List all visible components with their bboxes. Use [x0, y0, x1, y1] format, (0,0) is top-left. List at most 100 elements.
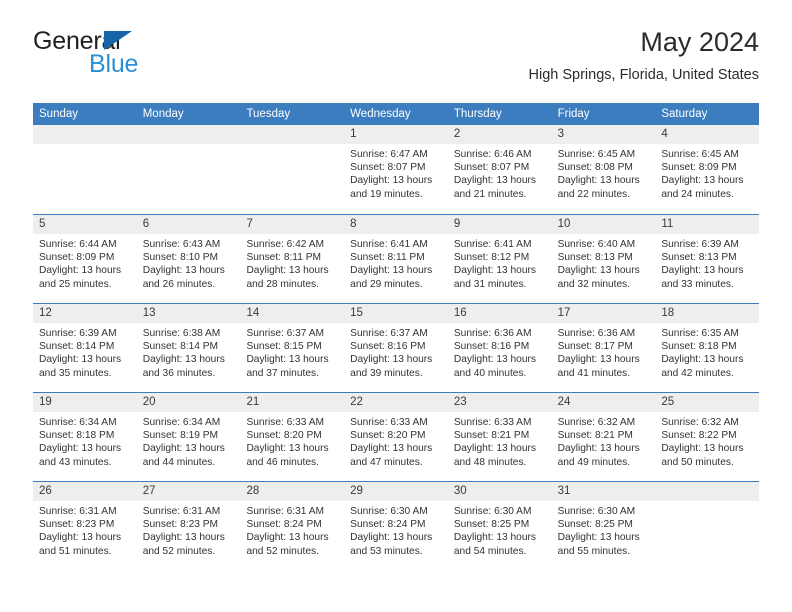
day-cell[interactable]: 20 Sunrise: 6:34 AM Sunset: 8:19 PM Dayligh… [136, 393, 241, 481]
day-cell[interactable]: 8 Sunrise: 6:41 AM Sunset: 8:11 PM Daylight… [344, 215, 448, 303]
day-details: Sunrise: 6:33 AM Sunset: 8:20 PM Daylight:… [344, 412, 448, 469]
day-details: Sunrise: 6:33 AM Sunset: 8:20 PM Daylight:… [240, 412, 344, 469]
day-cell[interactable]: 21 Sunrise: 6:33 AM Sunset: 8:20 PM Dayligh… [240, 393, 345, 481]
daylight-duration-line2: and 22 minutes. [557, 188, 631, 200]
day-number: 29 [344, 482, 448, 501]
sunset-time: Sunset: 8:20 PM [246, 430, 322, 442]
sunrise-time: Sunrise: 6:41 AM [453, 239, 532, 250]
day-cell[interactable]: 26 Sunrise: 6:31 AM Sunset: 8:23 PM Dayligh… [33, 482, 137, 570]
day-cell[interactable]: 17 Sunrise: 6:36 AM Sunset: 8:17 PM Dayligh… [551, 304, 656, 392]
weekday-header-tuesday: Tuesday [246, 108, 291, 120]
day-cell[interactable]: 11 Sunrise: 6:39 AM Sunset: 8:13 PM Dayligh… [655, 215, 760, 303]
daylight-duration-line2: and 26 minutes. [142, 278, 216, 290]
sunrise-time: Sunrise: 6:31 AM [39, 506, 117, 517]
daylight-duration-line1: Daylight: 13 hours [453, 354, 536, 366]
day-number: 20 [136, 393, 241, 412]
daylight-duration-line2: and 43 minutes. [39, 456, 112, 468]
day-cell[interactable]: 4 Sunrise: 6:45 AM Sunset: 8:09 PM Daylight… [655, 125, 760, 214]
day-details: Sunrise: 6:45 AM Sunset: 8:09 PM Daylight:… [655, 144, 759, 201]
daylight-duration-line2: and 35 minutes. [39, 367, 112, 379]
daylight-duration-line1: Daylight: 13 hours [246, 265, 329, 277]
day-cell[interactable]: 30 Sunrise: 6:30 AM Sunset: 8:25 PM Dayligh… [447, 482, 552, 570]
day-number [655, 482, 760, 501]
day-cell[interactable]: 9 Sunrise: 6:41 AM Sunset: 8:12 PM Daylight… [447, 215, 552, 303]
day-details: Sunrise: 6:34 AM Sunset: 8:19 PM Daylight:… [137, 412, 241, 469]
day-number: 7 [240, 215, 345, 234]
sunset-time: Sunset: 8:20 PM [350, 430, 426, 442]
sunrise-time: Sunrise: 6:30 AM [453, 506, 532, 517]
day-details: Sunrise: 6:34 AM Sunset: 8:18 PM Daylight:… [33, 412, 137, 469]
weekday-header-saturday: Saturday [661, 108, 708, 120]
general-blue-logo[interactable]: General Blue [33, 28, 233, 84]
daylight-duration-line1: Daylight: 13 hours [142, 443, 225, 455]
day-number: 31 [551, 482, 656, 501]
day-cell[interactable]: 24 Sunrise: 6:32 AM Sunset: 8:21 PM Dayligh… [551, 393, 656, 481]
day-cell[interactable]: 14 Sunrise: 6:37 AM Sunset: 8:15 PM Dayligh… [240, 304, 345, 392]
day-cell[interactable]: 19 Sunrise: 6:34 AM Sunset: 8:18 PM Dayligh… [33, 393, 137, 481]
daylight-duration-line2: and 54 minutes. [453, 545, 527, 557]
daylight-duration-line2: and 44 minutes. [142, 456, 216, 468]
day-cell[interactable]: 6 Sunrise: 6:43 AM Sunset: 8:10 PM Daylight… [136, 215, 241, 303]
day-cell-empty [655, 482, 760, 570]
day-details: Sunrise: 6:32 AM Sunset: 8:21 PM Daylight:… [552, 412, 656, 469]
day-details: Sunrise: 6:41 AM Sunset: 8:11 PM Daylight:… [344, 234, 448, 291]
calendar-week-row: 19 Sunrise: 6:34 AM Sunset: 8:18 PM Dayligh… [33, 392, 760, 481]
day-cell[interactable]: 10 Sunrise: 6:40 AM Sunset: 8:13 PM Dayligh… [551, 215, 656, 303]
day-number: 23 [447, 393, 552, 412]
day-cell[interactable]: 29 Sunrise: 6:30 AM Sunset: 8:24 PM Dayligh… [344, 482, 448, 570]
sunset-time: Sunset: 8:07 PM [350, 162, 426, 174]
day-details: Sunrise: 6:36 AM Sunset: 8:17 PM Daylight:… [552, 323, 656, 380]
day-cell[interactable]: 31 Sunrise: 6:30 AM Sunset: 8:25 PM Dayligh… [551, 482, 656, 570]
sunrise-time: Sunrise: 6:40 AM [557, 239, 636, 250]
day-cell[interactable]: 2 Sunrise: 6:46 AM Sunset: 8:07 PM Daylight… [447, 125, 552, 214]
daylight-duration-line1: Daylight: 13 hours [557, 265, 640, 277]
day-cell[interactable]: 25 Sunrise: 6:32 AM Sunset: 8:22 PM Dayligh… [655, 393, 760, 481]
daylight-duration-line2: and 41 minutes. [557, 367, 631, 379]
day-cell[interactable]: 5 Sunrise: 6:44 AM Sunset: 8:09 PM Daylight… [33, 215, 137, 303]
day-cell[interactable]: 13 Sunrise: 6:38 AM Sunset: 8:14 PM Dayligh… [136, 304, 241, 392]
day-cell[interactable]: 18 Sunrise: 6:35 AM Sunset: 8:18 PM Dayligh… [655, 304, 760, 392]
sunrise-time: Sunrise: 6:45 AM [661, 149, 739, 160]
day-number: 10 [551, 215, 656, 234]
day-number: 25 [655, 393, 760, 412]
day-cell[interactable]: 1 Sunrise: 6:47 AM Sunset: 8:07 PM Daylight… [344, 125, 448, 214]
sunrise-time: Sunrise: 6:31 AM [246, 506, 325, 517]
sunset-time: Sunset: 8:16 PM [453, 341, 530, 353]
daylight-duration-line1: Daylight: 13 hours [350, 265, 433, 277]
daylight-duration-line2: and 24 minutes. [661, 188, 734, 200]
daylight-duration-line1: Daylight: 13 hours [350, 443, 433, 455]
daylight-duration-line1: Daylight: 13 hours [557, 532, 640, 544]
day-cell[interactable]: 27 Sunrise: 6:31 AM Sunset: 8:23 PM Dayligh… [136, 482, 241, 570]
day-cell[interactable]: 12 Sunrise: 6:39 AM Sunset: 8:14 PM Dayligh… [33, 304, 137, 392]
sunrise-time: Sunrise: 6:39 AM [39, 328, 117, 339]
daylight-duration-line1: Daylight: 13 hours [557, 443, 640, 455]
daylight-duration-line2: and 29 minutes. [350, 278, 423, 290]
day-cell[interactable]: 3 Sunrise: 6:45 AM Sunset: 8:08 PM Daylight… [551, 125, 656, 214]
day-number: 24 [551, 393, 656, 412]
day-cell[interactable]: 22 Sunrise: 6:33 AM Sunset: 8:20 PM Dayligh… [344, 393, 448, 481]
daylight-duration-line2: and 32 minutes. [557, 278, 631, 290]
daylight-duration-line2: and 19 minutes. [350, 188, 423, 200]
day-cell[interactable]: 28 Sunrise: 6:31 AM Sunset: 8:24 PM Dayligh… [240, 482, 345, 570]
day-number: 5 [33, 215, 137, 234]
sunrise-time: Sunrise: 6:36 AM [453, 328, 532, 339]
day-cell[interactable]: 7 Sunrise: 6:42 AM Sunset: 8:11 PM Daylight… [240, 215, 345, 303]
daylight-duration-line2: and 50 minutes. [661, 456, 734, 468]
daylight-duration-line1: Daylight: 13 hours [142, 354, 225, 366]
daylight-duration-line2: and 47 minutes. [350, 456, 423, 468]
day-details: Sunrise: 6:30 AM Sunset: 8:25 PM Daylight:… [448, 501, 552, 558]
day-cell[interactable]: 16 Sunrise: 6:36 AM Sunset: 8:16 PM Dayligh… [447, 304, 552, 392]
calendar-week-row: 26 Sunrise: 6:31 AM Sunset: 8:23 PM Dayligh… [33, 481, 760, 570]
day-details: Sunrise: 6:45 AM Sunset: 8:08 PM Daylight:… [552, 144, 656, 201]
day-cell[interactable]: 15 Sunrise: 6:37 AM Sunset: 8:16 PM Dayligh… [344, 304, 448, 392]
daylight-duration-line1: Daylight: 13 hours [453, 532, 536, 544]
sunset-time: Sunset: 8:24 PM [350, 519, 426, 531]
day-number: 15 [344, 304, 448, 323]
day-cell[interactable]: 23 Sunrise: 6:33 AM Sunset: 8:21 PM Dayligh… [447, 393, 552, 481]
day-details: Sunrise: 6:40 AM Sunset: 8:13 PM Daylight:… [552, 234, 656, 291]
daylight-duration-line1: Daylight: 13 hours [39, 354, 122, 366]
day-number: 13 [136, 304, 241, 323]
daylight-duration-line1: Daylight: 13 hours [453, 175, 536, 187]
sunrise-time: Sunrise: 6:34 AM [142, 417, 221, 428]
sunrise-time: Sunrise: 6:35 AM [661, 328, 739, 339]
